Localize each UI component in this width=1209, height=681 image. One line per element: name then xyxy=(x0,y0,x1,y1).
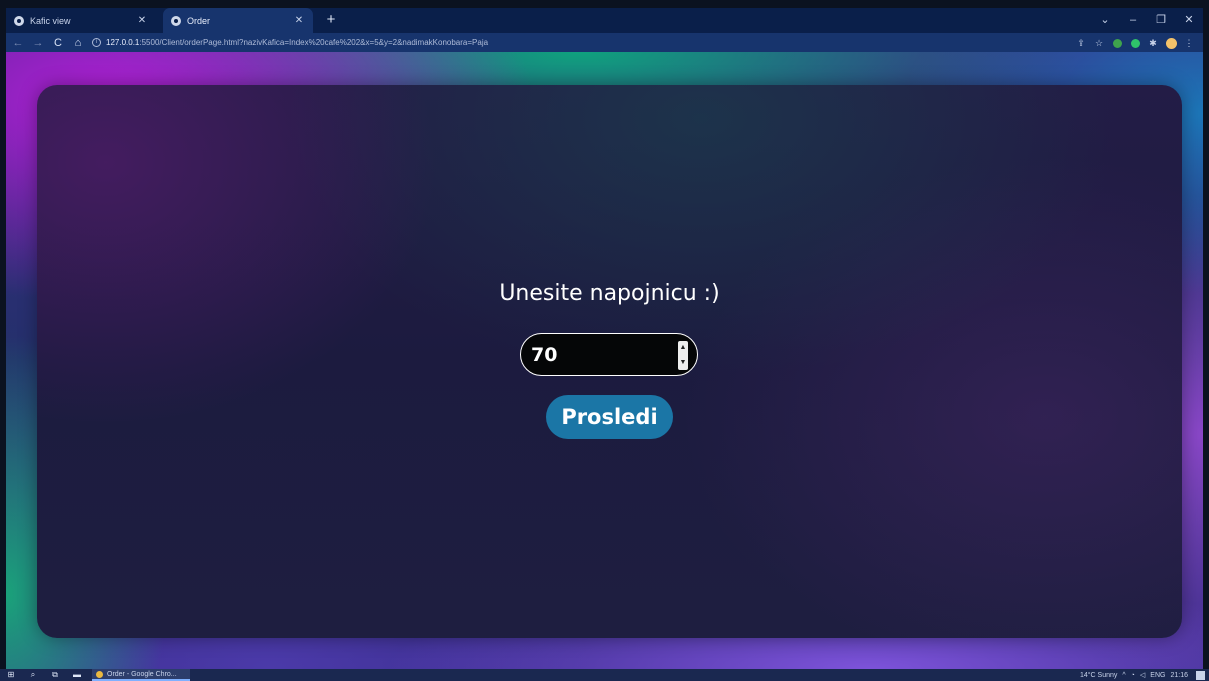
chrome-icon xyxy=(96,670,103,678)
tab-kafic-view[interactable]: Kafic view ✕ xyxy=(6,8,156,33)
tip-card: Unesite napojnicu :) ▲ ▼ Prosledi xyxy=(37,85,1182,638)
notification-icon[interactable] xyxy=(1196,670,1205,680)
tip-prompt: Unesite napojnicu :) xyxy=(499,281,720,306)
restore-button[interactable]: ❐ xyxy=(1147,8,1175,33)
tab-title: Kafic view xyxy=(30,15,71,26)
profile-icon[interactable] xyxy=(1163,35,1179,51)
submit-button[interactable]: Prosledi xyxy=(546,395,673,439)
clock[interactable]: 21:16 xyxy=(1170,672,1188,679)
chevron-down-icon[interactable]: ⌄ xyxy=(1091,8,1119,33)
extension-icon[interactable] xyxy=(1109,35,1125,51)
reload-button[interactable]: C xyxy=(50,35,66,51)
desktop: Kafic view ✕ Order ✕ + ⌄ – ❐ ✕ ← → C ⌂ i… xyxy=(0,0,1209,681)
volume-icon[interactable]: ◁ xyxy=(1140,671,1145,679)
search-icon[interactable]: ⌕ xyxy=(22,669,44,681)
tab-strip: Kafic view ✕ Order ✕ + ⌄ – ❐ ✕ xyxy=(6,8,1203,33)
browser-toolbar: ← → C ⌂ i 127.0.0.1 :5500/Client/orderPa… xyxy=(6,33,1203,52)
globe-icon xyxy=(14,15,24,26)
tip-input[interactable] xyxy=(531,341,671,369)
tab-order[interactable]: Order ✕ xyxy=(163,8,313,33)
taskbar: ⊞ ⌕ ⧉ ▬ Order - Google Chro... 14°C Sunn… xyxy=(0,669,1209,681)
close-icon[interactable]: ✕ xyxy=(134,15,150,26)
network-icon[interactable]: ◔ xyxy=(1131,672,1135,679)
language-indicator[interactable]: ENG xyxy=(1150,672,1165,679)
info-icon[interactable]: i xyxy=(92,38,101,47)
chevron-up-icon[interactable]: ^ xyxy=(1122,672,1125,679)
taskbar-app-chrome[interactable]: Order - Google Chro... xyxy=(92,669,190,681)
windows-start-icon[interactable]: ⊞ xyxy=(0,669,22,681)
minimize-button[interactable]: – xyxy=(1119,8,1147,33)
address-bar[interactable]: i 127.0.0.1 :5500/Client/orderPage.html?… xyxy=(92,34,1071,51)
tab-title: Order xyxy=(187,15,211,26)
globe-icon xyxy=(171,15,181,26)
forward-button[interactable]: → xyxy=(30,35,46,51)
star-icon[interactable]: ☆ xyxy=(1091,35,1107,51)
window-controls: ⌄ – ❐ ✕ xyxy=(1091,8,1203,33)
menu-icon[interactable]: ⋮ xyxy=(1181,35,1197,51)
taskbar-app-label: Order - Google Chro... xyxy=(107,670,177,678)
folder-icon[interactable]: ▬ xyxy=(66,669,88,681)
tip-field: ▲ ▼ xyxy=(520,333,698,376)
task-view-icon[interactable]: ⧉ xyxy=(44,669,66,681)
weather-widget[interactable]: 14°C Sunny xyxy=(1080,672,1117,679)
system-tray: 14°C Sunny ^ ◔ ◁ ENG 21:16 xyxy=(1075,669,1209,681)
url-host: 127.0.0.1 xyxy=(106,38,140,47)
new-tab-button[interactable]: + xyxy=(322,11,340,29)
quantity-stepper[interactable]: ▲ ▼ xyxy=(678,341,688,370)
chevron-down-icon[interactable]: ▼ xyxy=(678,356,688,370)
toolbar-actions: ⇪ ☆ ✱ ⋮ xyxy=(1071,35,1197,51)
puzzle-icon[interactable]: ✱ xyxy=(1145,35,1161,51)
back-button[interactable]: ← xyxy=(10,35,26,51)
url-path: :5500/Client/orderPage.html?nazivKafica=… xyxy=(139,38,489,47)
page-viewport: Unesite napojnicu :) ▲ ▼ Prosledi xyxy=(6,52,1203,669)
close-icon[interactable]: ✕ xyxy=(291,15,307,26)
home-button[interactable]: ⌂ xyxy=(70,35,86,51)
extension-icon[interactable] xyxy=(1127,35,1143,51)
chevron-up-icon[interactable]: ▲ xyxy=(678,341,688,355)
close-window-button[interactable]: ✕ xyxy=(1175,8,1203,33)
share-icon[interactable]: ⇪ xyxy=(1073,35,1089,51)
